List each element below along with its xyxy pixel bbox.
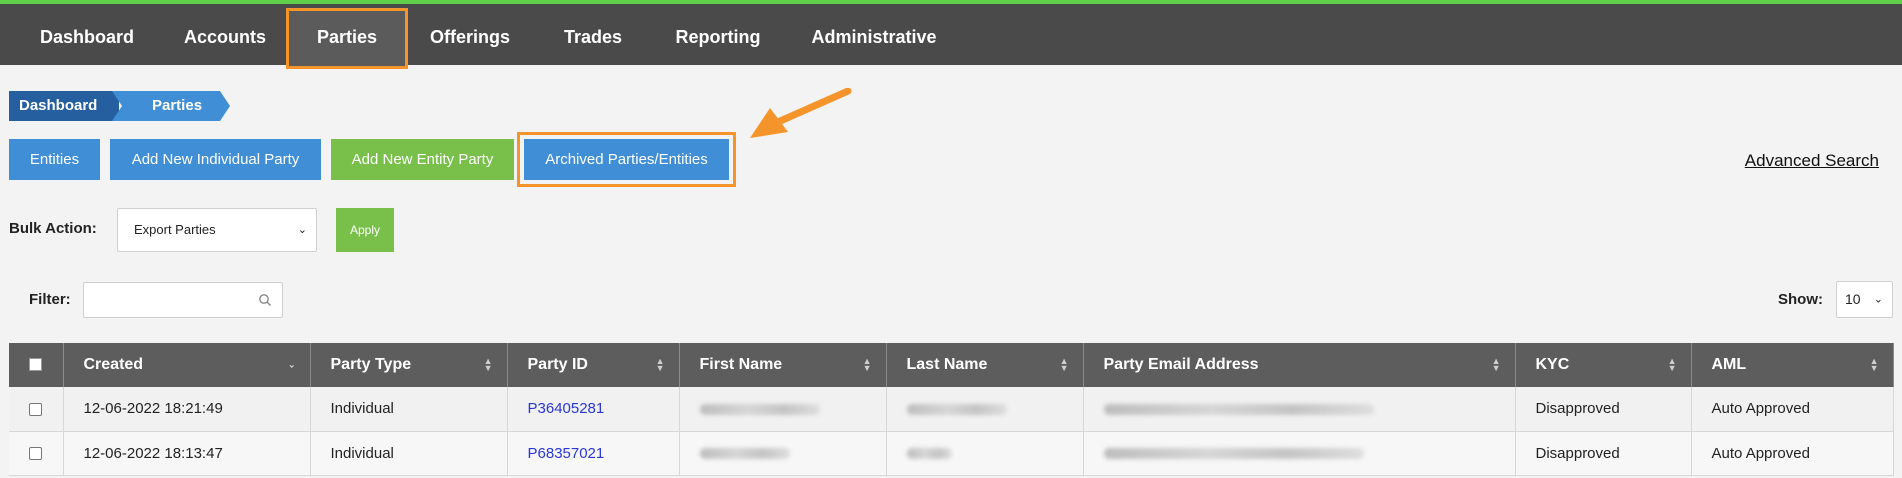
nav-item-parties[interactable]: Parties (286, 8, 408, 69)
column-label: Created (83, 356, 144, 373)
row-select-cell (9, 387, 64, 432)
column-header-last-name[interactable]: Last Name ▲ ▼ (886, 343, 1084, 387)
kyc-cell: Disapproved (1515, 387, 1692, 432)
column-header-email[interactable]: Party Email Address ▲ ▼ (1083, 343, 1516, 387)
breadcrumb-parties[interactable]: Parties (112, 91, 230, 121)
party-id-cell: P68357021 (507, 431, 680, 476)
column-label: KYC (1535, 356, 1570, 373)
column-label: Party Type (330, 356, 412, 373)
column-header-party-type[interactable]: Party Type ▲ ▼ (310, 343, 508, 387)
sort-icon: ▲ ▼ (1059, 356, 1069, 373)
archived-parties-button[interactable]: Archived Parties/Entities (517, 132, 736, 187)
table-row: 12-06-2022 18:21:49 Individual P36405281… (9, 387, 1894, 432)
party-type-cell: Individual (310, 387, 508, 432)
sort-icon: ▲ ▼ (655, 356, 665, 373)
top-navigation: Dashboard Accounts Parties Offerings Tra… (0, 0, 1902, 69)
redacted-email (1103, 448, 1364, 460)
created-cell: 12-06-2022 18:13:47 (63, 431, 311, 476)
sort-icon: ▲ ▼ (1869, 356, 1879, 373)
nav-item-accounts[interactable]: Accounts (166, 8, 284, 69)
redacted-last-name (906, 448, 952, 460)
breadcrumb-dashboard[interactable]: Dashboard (9, 91, 119, 121)
sort-icon: ▲ ▼ (1667, 356, 1677, 373)
redacted-first-name (699, 403, 820, 415)
kyc-cell: Disapproved (1515, 431, 1692, 476)
entities-button[interactable]: Entities (9, 139, 100, 180)
show-label: Show: (1778, 291, 1823, 308)
last-name-cell (886, 431, 1084, 476)
nav-item-offerings[interactable]: Offerings (408, 8, 532, 69)
sort-icon: ▲ ▼ (862, 356, 872, 373)
redacted-email (1103, 403, 1374, 415)
email-cell (1083, 387, 1516, 432)
advanced-search-link[interactable]: Advanced Search (1745, 151, 1879, 171)
search-icon (259, 294, 271, 306)
created-cell: 12-06-2022 18:21:49 (63, 387, 311, 432)
sort-icon: ▲ ▼ (483, 356, 493, 373)
bulk-action-value: Export Parties (134, 222, 216, 237)
filter-input[interactable] (83, 282, 283, 318)
show-entries-value: 10 (1845, 291, 1861, 307)
add-individual-party-button[interactable]: Add New Individual Party (110, 139, 321, 180)
nav-item-trades[interactable]: Trades (532, 8, 654, 69)
row-checkbox[interactable] (29, 447, 43, 461)
column-header-kyc[interactable]: KYC ▲ ▼ (1515, 343, 1692, 387)
column-header-party-id[interactable]: Party ID ▲ ▼ (507, 343, 680, 387)
nav-item-dashboard[interactable]: Dashboard (8, 8, 166, 69)
apply-button[interactable]: Apply (336, 208, 394, 252)
bulk-action-label: Bulk Action: (9, 220, 97, 237)
column-label: Party Email Address (1103, 356, 1259, 373)
party-id-cell: P36405281 (507, 387, 680, 432)
party-id-link[interactable]: P68357021 (528, 445, 605, 462)
chevron-down-icon: ⌄ (1873, 293, 1883, 305)
sort-icon: ▲ ▼ (1491, 356, 1501, 373)
aml-cell: Auto Approved (1691, 387, 1894, 432)
annotation-arrow-icon (750, 88, 852, 138)
row-checkbox[interactable] (29, 402, 43, 416)
column-label: AML (1711, 356, 1747, 373)
redacted-first-name (699, 448, 790, 460)
table-row: 12-06-2022 18:13:47 Individual P68357021… (9, 431, 1894, 476)
select-all-checkbox[interactable] (29, 358, 43, 372)
aml-cell: Auto Approved (1691, 431, 1894, 476)
column-label: Party ID (527, 356, 588, 373)
column-label: Last Name (906, 356, 988, 373)
bulk-action-select[interactable]: Export Parties ⌄ (117, 208, 317, 252)
nav-item-administrative[interactable]: Administrative (782, 8, 966, 69)
email-cell (1083, 431, 1516, 476)
first-name-cell (679, 431, 887, 476)
first-name-cell (679, 387, 887, 432)
show-entries-select[interactable]: 10 ⌄ (1836, 281, 1893, 318)
chevron-down-icon: ⌄ (297, 224, 307, 236)
party-type-cell: Individual (310, 431, 508, 476)
redacted-last-name (906, 403, 1007, 415)
select-all-cell (9, 343, 64, 387)
filter-label: Filter: (29, 291, 71, 308)
column-header-aml[interactable]: AML ▲ ▼ (1691, 343, 1894, 387)
sort-desc-icon: ⌄ (287, 359, 296, 370)
party-id-link[interactable]: P36405281 (528, 400, 605, 417)
table-header-row: Created ⌄ Party Type ▲ ▼ Party ID ▲ ▼ First N… (9, 343, 1894, 387)
column-label: First Name (699, 356, 783, 373)
nav-item-reporting[interactable]: Reporting (654, 8, 782, 69)
column-header-created[interactable]: Created ⌄ (63, 343, 311, 387)
last-name-cell (886, 387, 1084, 432)
column-header-first-name[interactable]: First Name ▲ ▼ (679, 343, 887, 387)
row-select-cell (9, 431, 64, 476)
parties-table: Created ⌄ Party Type ▲ ▼ Party ID ▲ ▼ First N… (9, 343, 1894, 476)
add-entity-party-button[interactable]: Add New Entity Party (331, 139, 514, 180)
